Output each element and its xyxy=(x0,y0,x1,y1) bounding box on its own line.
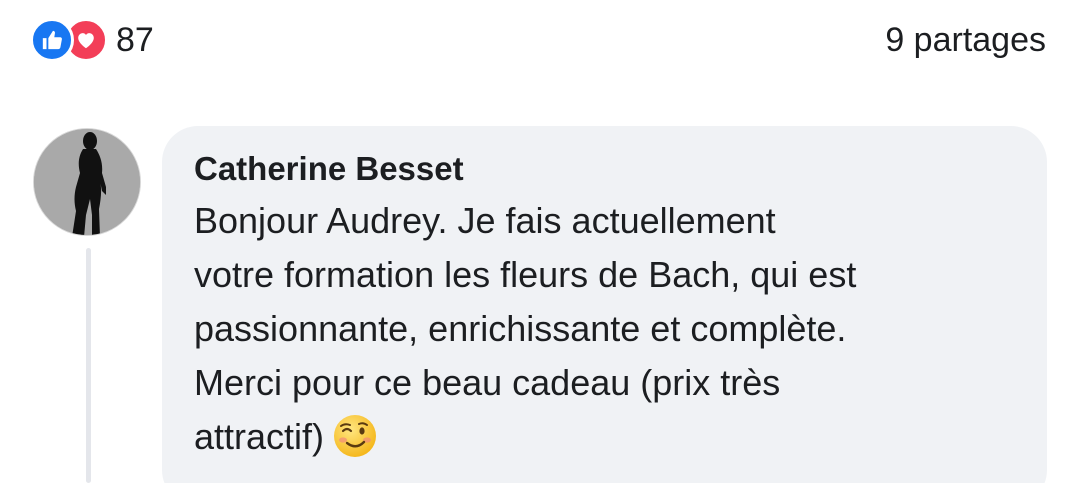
thread-line xyxy=(86,248,91,483)
reaction-count[interactable]: 87 xyxy=(116,18,154,62)
comment-body: Bonjour Audrey. Je fais actuellement vot… xyxy=(194,200,857,457)
reactions-summary[interactable]: 87 xyxy=(30,18,154,62)
shares-count[interactable]: 9 partages xyxy=(885,18,1046,62)
winking-face-emoji xyxy=(332,413,378,459)
like-icon xyxy=(30,18,74,62)
comment-bubble: Catherine Besset Bonjour Audrey. Je fais… xyxy=(162,126,1047,483)
comment-author[interactable]: Catherine Besset xyxy=(194,148,1017,190)
avatar-silhouette-image xyxy=(34,129,140,235)
comment-text: Bonjour Audrey. Je fais actuellement vot… xyxy=(194,194,1017,464)
avatar[interactable] xyxy=(33,128,141,236)
post-footer: 87 9 partages Catherine Besset Bonjour A… xyxy=(0,0,1080,483)
